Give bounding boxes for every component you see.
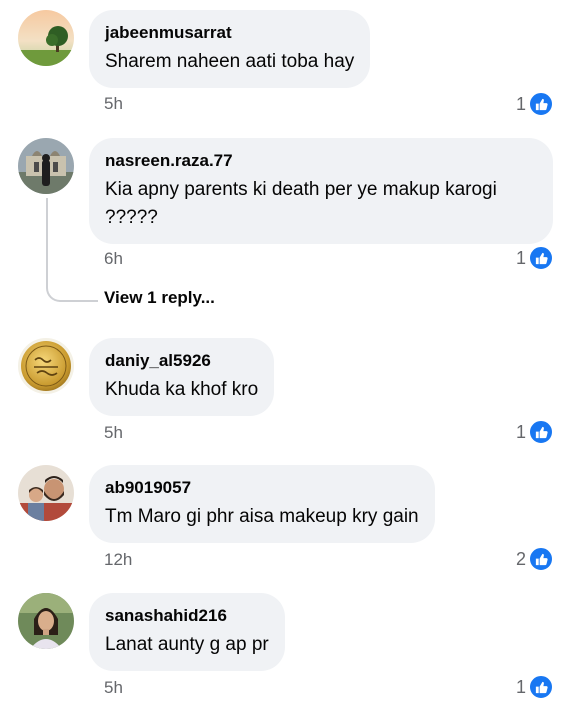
like-count-group[interactable]: 2 xyxy=(516,546,554,572)
like-count-group[interactable]: 1 xyxy=(516,674,554,700)
avatar[interactable] xyxy=(18,10,74,66)
comment-time[interactable]: 6h xyxy=(104,249,123,269)
comment-author[interactable]: nasreen.raza.77 xyxy=(105,150,537,172)
comment-text: Tm Maro gi phr aisa makeup kry gain xyxy=(105,506,419,527)
avatar[interactable] xyxy=(18,338,74,394)
comment-author[interactable]: daniy_al5926 xyxy=(105,350,258,372)
reply-thread-line xyxy=(46,198,98,302)
thumbs-up-icon xyxy=(528,546,554,572)
comment-text: Kia apny parents ki death per ye makup k… xyxy=(105,179,497,228)
avatar[interactable] xyxy=(18,465,74,521)
comment-time[interactable]: 5h xyxy=(104,678,123,698)
like-count-group[interactable]: 1 xyxy=(516,245,554,271)
like-count: 1 xyxy=(515,94,526,114)
comment-author[interactable]: ab9019057 xyxy=(105,477,419,499)
comment-text: Khuda ka khof kro xyxy=(105,379,259,400)
thumbs-up-icon xyxy=(528,245,554,271)
like-count-group[interactable]: 1 xyxy=(516,419,554,445)
thumbs-up-icon xyxy=(528,91,554,117)
comment-bubble: jabeenmusarrat Sharem naheen aati toba h… xyxy=(89,10,371,88)
like-count: 1 xyxy=(515,422,526,442)
comment-feed: jabeenmusarrat Sharem naheen aati toba h… xyxy=(0,0,570,710)
comment-time[interactable]: 12h xyxy=(104,550,132,570)
comment-author[interactable]: sanashahid216 xyxy=(105,605,269,627)
comment-bubble: nasreen.raza.77 Kia apny parents ki deat… xyxy=(89,138,553,244)
thumbs-up-icon xyxy=(528,419,554,445)
comment-bubble: daniy_al5926 Khuda ka khof kro xyxy=(89,338,275,416)
view-replies-link[interactable]: View 1 reply... xyxy=(104,287,215,309)
comment-bubble: ab9019057 Tm Maro gi phr aisa makeup kry… xyxy=(89,465,435,543)
avatar[interactable] xyxy=(18,138,74,194)
comment-bubble: sanashahid216 Lanat aunty g ap pr xyxy=(89,593,285,671)
like-count: 1 xyxy=(515,677,526,697)
thumbs-up-icon xyxy=(528,674,554,700)
avatar[interactable] xyxy=(18,593,74,649)
like-count: 2 xyxy=(515,549,526,569)
comment-author[interactable]: jabeenmusarrat xyxy=(105,22,354,44)
comment-text: Sharem naheen aati toba hay xyxy=(105,51,355,72)
comment-time[interactable]: 5h xyxy=(104,423,123,443)
like-count-group[interactable]: 1 xyxy=(516,91,554,117)
comment-time[interactable]: 5h xyxy=(104,94,123,114)
comment-text: Lanat aunty g ap pr xyxy=(105,634,269,655)
like-count: 1 xyxy=(515,248,526,268)
